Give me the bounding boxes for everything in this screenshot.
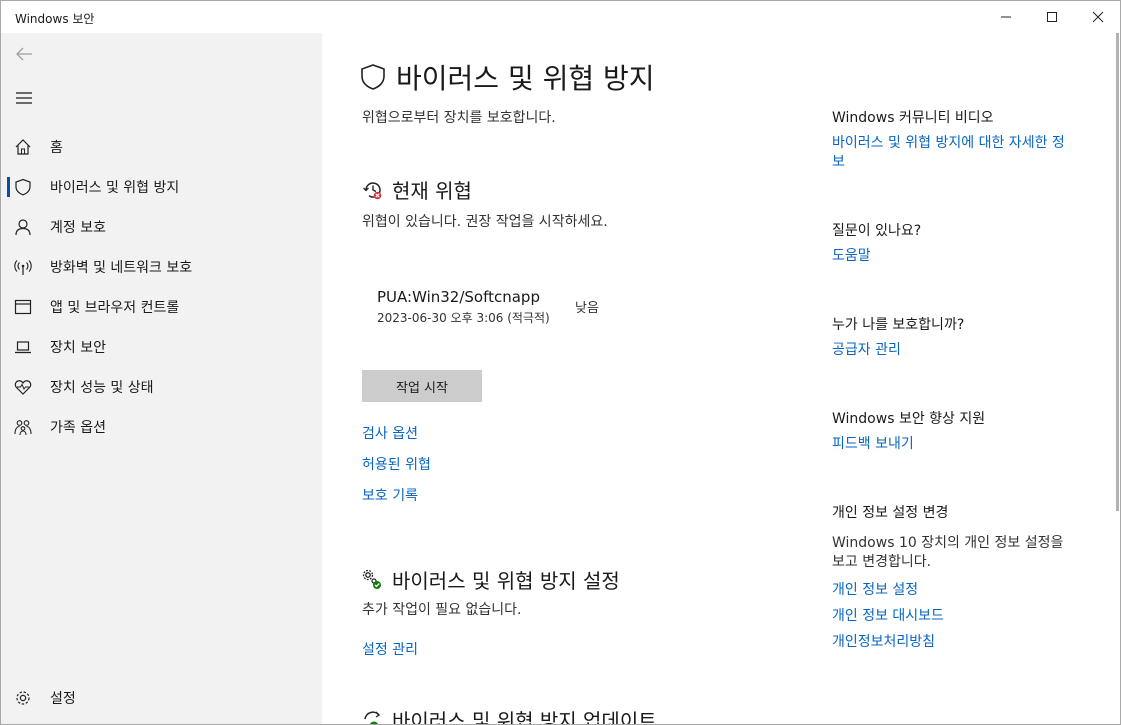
improve-heading: Windows 보안 향상 지원 [832,411,986,427]
video-heading: Windows 커뮤니티 비디오 [832,110,994,126]
shield-icon [13,177,33,197]
privacy-heading: 개인 정보 설정 변경 [832,505,949,521]
threat-date: 2023-06-30 오후 3:06 (적극적) [377,311,550,325]
section-heading: 바이러스 및 위협 방지 업데이트 [392,709,657,724]
section-description: 위협이 있습니다. 권장 작업을 시작하세요. [362,214,608,230]
privacy-text: Windows 10 장치의 개인 정보 설정을 보고 변경합니다. [832,535,1064,570]
sidebar-item-label: 장치 보안 [50,340,106,356]
scan-options-link[interactable]: 검사 옵션 [362,423,418,443]
protection-history-link[interactable]: 보호 기록 [362,485,418,505]
current-threats-header: 현재 위협 [362,175,472,204]
family-icon [13,417,33,437]
minimize-button[interactable] [983,1,1029,33]
sidebar-item-label: 바이러스 및 위협 방지 [50,180,180,196]
privacy-settings-link[interactable]: 개인 정보 설정 [832,581,1082,600]
window-title: Windows 보안 [15,12,95,26]
minimize-icon [1001,16,1011,18]
active-indicator [7,177,10,197]
sidebar-item-account[interactable]: 계정 보호 [1,207,322,247]
sidebar-item-label: 홈 [50,140,63,156]
sidebar-item-label: 방화벽 및 네트워크 보호 [50,260,193,276]
update-ok-icon [364,710,381,724]
sidebar-item-settings[interactable]: 설정 [1,678,322,718]
hamburger-icon [16,92,32,104]
send-feedback-link[interactable]: 피드백 보내기 [832,435,1082,454]
sidebar-item-firewall[interactable]: 방화벽 및 네트워크 보호 [1,247,322,287]
section-heading: 바이러스 및 위협 방지 설정 [392,569,620,593]
maximize-button[interactable] [1029,1,1075,33]
updates-section-header: 바이러스 및 위협 방지 업데이트 [362,705,657,724]
home-icon [13,137,33,157]
maximize-icon [1047,12,1057,22]
sidebar-item-device-security[interactable]: 장치 보안 [1,327,322,367]
gear-icon [13,688,33,708]
settings-ok-icon [362,569,381,589]
start-actions-button[interactable]: 작업 시작 [362,370,482,402]
shield-icon [361,64,385,90]
threat-severity: 낮음 [575,301,599,316]
help-link[interactable]: 도움말 [832,247,1082,266]
antenna-icon [13,257,33,277]
sidebar-item-label: 앱 및 브라우저 컨트롤 [50,300,180,316]
who-protects-heading: 누가 나를 보호합니까? [832,317,965,333]
back-button[interactable] [10,40,38,68]
menu-button[interactable] [10,84,38,112]
sidebar-item-label: 설정 [50,691,76,707]
browser-window-icon [13,297,33,317]
question-heading: 질문이 있나요? [832,223,922,239]
settings-section-header: 바이러스 및 위협 방지 설정 [362,565,620,594]
sidebar-item-app-browser[interactable]: 앱 및 브라우저 컨트롤 [1,287,322,327]
close-button[interactable] [1075,1,1120,33]
virus-info-link[interactable]: 바이러스 및 위협 방지에 대한 자세한 정보 [832,134,1077,172]
scrollbar[interactable] [1116,33,1119,511]
sidebar-item-home[interactable]: 홈 [1,127,322,167]
sidebar-item-label: 계정 보호 [50,220,106,236]
window: Windows 보안 홈 바이러스 및 위협 방지 계정 보호 방화벽 및 네트… [0,0,1121,725]
sidebar-item-label: 가족 옵션 [50,420,106,436]
manage-providers-link[interactable]: 공급자 관리 [832,341,1082,360]
person-icon [13,217,33,237]
title-bar: Windows 보안 [1,1,1120,33]
manage-settings-link[interactable]: 설정 관리 [362,639,418,659]
threat-name: PUA:Win32/Softcnapp [377,288,540,306]
sidebar-item-label: 장치 성능 및 상태 [50,380,154,396]
section-heading: 현재 위협 [392,179,472,203]
heart-pulse-icon [13,377,33,397]
sidebar-item-virus-protection[interactable]: 바이러스 및 위협 방지 [1,167,322,207]
threat-history-icon [363,181,382,199]
privacy-dashboard-link[interactable]: 개인 정보 대시보드 [832,607,1082,626]
right-panel: Windows 커뮤니티 비디오 바이러스 및 위협 방지에 대한 자세한 정보… [832,33,1102,724]
main-content: 바이러스 및 위협 방지 위협으로부터 장치를 보호합니다. 현재 위협 위협이… [322,33,800,724]
allowed-threats-link[interactable]: 허용된 위협 [362,454,431,474]
page-subtitle: 위협으로부터 장치를 보호합니다. [362,110,556,126]
privacy-statement-link[interactable]: 개인정보처리방침 [832,633,1082,652]
sidebar: 홈 바이러스 및 위협 방지 계정 보호 방화벽 및 네트워크 보호 앱 및 브… [1,33,322,724]
sidebar-item-device-health[interactable]: 장치 성능 및 상태 [1,367,322,407]
page-header: 바이러스 및 위협 방지 [360,57,655,97]
sidebar-item-family[interactable]: 가족 옵션 [1,407,322,447]
page-title: 바이러스 및 위협 방지 [396,62,655,95]
close-icon [1092,11,1104,23]
back-arrow-icon [16,47,32,61]
section-description: 추가 작업이 필요 없습니다. [362,602,522,618]
laptop-icon [13,337,33,357]
